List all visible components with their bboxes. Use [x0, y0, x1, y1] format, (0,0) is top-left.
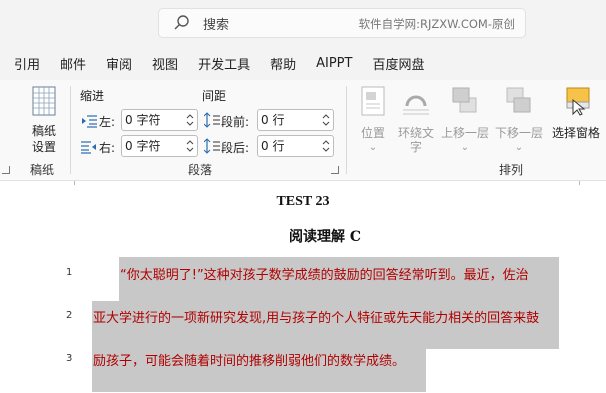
- tab-baidu-netdisk[interactable]: 百度网盘: [372, 54, 424, 73]
- ribbon-panel: 稿纸 设置 稿纸 缩进 间距 左: 0 字符 右: 0 字符 段前: 0 行 段…: [0, 80, 606, 181]
- wrap-text-label-2: 字: [409, 140, 422, 154]
- spacing-before-label: 段前:: [221, 115, 250, 129]
- wrap-text-label-1: 环绕文: [397, 126, 434, 140]
- document-title: TEST 23: [276, 194, 330, 209]
- tab-references[interactable]: 引用: [14, 54, 40, 73]
- tab-help[interactable]: 帮助: [270, 54, 296, 73]
- margin-corner-mark: [74, 181, 92, 185]
- paragraph-line[interactable]: 亚大学进行的一项新研究发现,用与孩子的个人特征或先天能力相关的回答来鼓: [93, 307, 539, 326]
- ribbon-tabs: 引用 邮件 审阅 视图 开发工具 帮助 AIPPT 百度网盘: [0, 46, 606, 80]
- tab-review[interactable]: 审阅: [106, 54, 132, 73]
- spacing-after-input[interactable]: 0 行: [257, 135, 334, 157]
- manuscript-paper-icon: [32, 86, 56, 116]
- line-number: 3: [66, 353, 73, 364]
- wrap-text-icon: [403, 95, 429, 115]
- indent-left-label: 左:: [99, 115, 116, 129]
- document-page[interactable]: TEST 23 阅读理解 C 1 “你太聪明了!”这种对孩子数学成绩的鼓励的回答…: [0, 181, 606, 393]
- group-divider: [70, 86, 71, 174]
- indent-right-value: 0 字符: [125, 139, 161, 153]
- dialog-launcher-icon[interactable]: [331, 166, 339, 174]
- title-bar: 搜索 软件自学网:RJZXW.COM-原创: [0, 0, 606, 46]
- line-number: 2: [66, 310, 73, 321]
- bring-forward-icon: [452, 87, 477, 113]
- tab-mailings[interactable]: 邮件: [60, 54, 86, 73]
- spacing-after-label: 段后:: [221, 141, 250, 155]
- send-backward-button[interactable]: 下移一层 ⌄: [494, 86, 544, 154]
- spinner-arrows-icon[interactable]: [186, 138, 194, 154]
- spacing-after-icon: [204, 138, 220, 154]
- selection-pane-label: 选择窗格: [551, 126, 600, 140]
- chevron-down-icon: ⌄: [368, 142, 378, 153]
- chevron-down-icon: ⌄: [460, 142, 470, 153]
- paragraph-line[interactable]: 励孩子，可能会随着时间的推移削弱他们的数学成绩。: [93, 350, 405, 369]
- search-box[interactable]: 搜索 软件自学网:RJZXW.COM-原创: [158, 8, 526, 38]
- spinner-arrows-icon[interactable]: [322, 112, 330, 128]
- group-divider: [346, 86, 347, 174]
- manuscript-settings-button[interactable]: 稿纸 设置: [24, 86, 64, 154]
- position-button[interactable]: 位置 ⌄: [356, 86, 390, 154]
- manuscript-button-label-1: 稿纸: [31, 124, 56, 138]
- document-subtitle: 阅读理解 C: [288, 229, 362, 245]
- search-icon: [174, 15, 189, 30]
- spacing-before-input[interactable]: 0 行: [257, 109, 334, 131]
- spacing-header: 间距: [202, 89, 227, 103]
- send-backward-icon: [506, 87, 531, 113]
- selection-pane-button[interactable]: 选择窗格: [549, 86, 603, 140]
- indent-header: 缩进: [80, 89, 105, 103]
- send-backward-label: 下移一层: [494, 126, 543, 140]
- indent-right-icon: [81, 141, 96, 154]
- indent-left-input[interactable]: 0 字符: [121, 109, 198, 131]
- wrap-text-button[interactable]: 环绕文 字: [394, 86, 438, 154]
- indent-left-icon: [82, 115, 97, 128]
- tab-view[interactable]: 视图: [152, 54, 178, 73]
- watermark-text: 软件自学网:RJZXW.COM-原创: [358, 17, 515, 31]
- manuscript-button-label-2: 设置: [31, 140, 56, 154]
- tab-aippt[interactable]: AIPPT: [316, 56, 352, 71]
- position-icon: [361, 86, 385, 116]
- line-number: 1: [66, 267, 73, 278]
- spacing-after-value: 0 行: [261, 139, 285, 153]
- manuscript-group-label: 稿纸: [30, 163, 55, 177]
- bring-forward-label: 上移一层: [440, 126, 489, 140]
- paragraph-group-label: 段落: [188, 163, 213, 177]
- position-label: 位置: [360, 126, 385, 140]
- indent-right-input[interactable]: 0 字符: [121, 135, 198, 157]
- tab-developer[interactable]: 开发工具: [198, 54, 250, 73]
- indent-left-value: 0 字符: [125, 113, 161, 127]
- search-placeholder: 搜索: [203, 17, 230, 33]
- margin-corner-mark: [562, 181, 580, 185]
- indent-right-label: 右:: [99, 141, 116, 155]
- spinner-arrows-icon[interactable]: [322, 138, 330, 154]
- paragraph-line[interactable]: “你太聪明了!”这种对孩子数学成绩的鼓励的回答经常听到。最近，佐治: [120, 264, 529, 283]
- bring-forward-button[interactable]: 上移一层 ⌄: [440, 86, 490, 154]
- spacing-before-value: 0 行: [261, 113, 285, 127]
- selection-pane-icon: [566, 87, 590, 116]
- dialog-launcher-icon[interactable]: [2, 166, 10, 174]
- chevron-down-icon: ⌄: [514, 142, 524, 153]
- spinner-arrows-icon[interactable]: [186, 112, 194, 128]
- spacing-before-icon: [204, 112, 220, 128]
- arrange-group-label: 排列: [499, 163, 524, 177]
